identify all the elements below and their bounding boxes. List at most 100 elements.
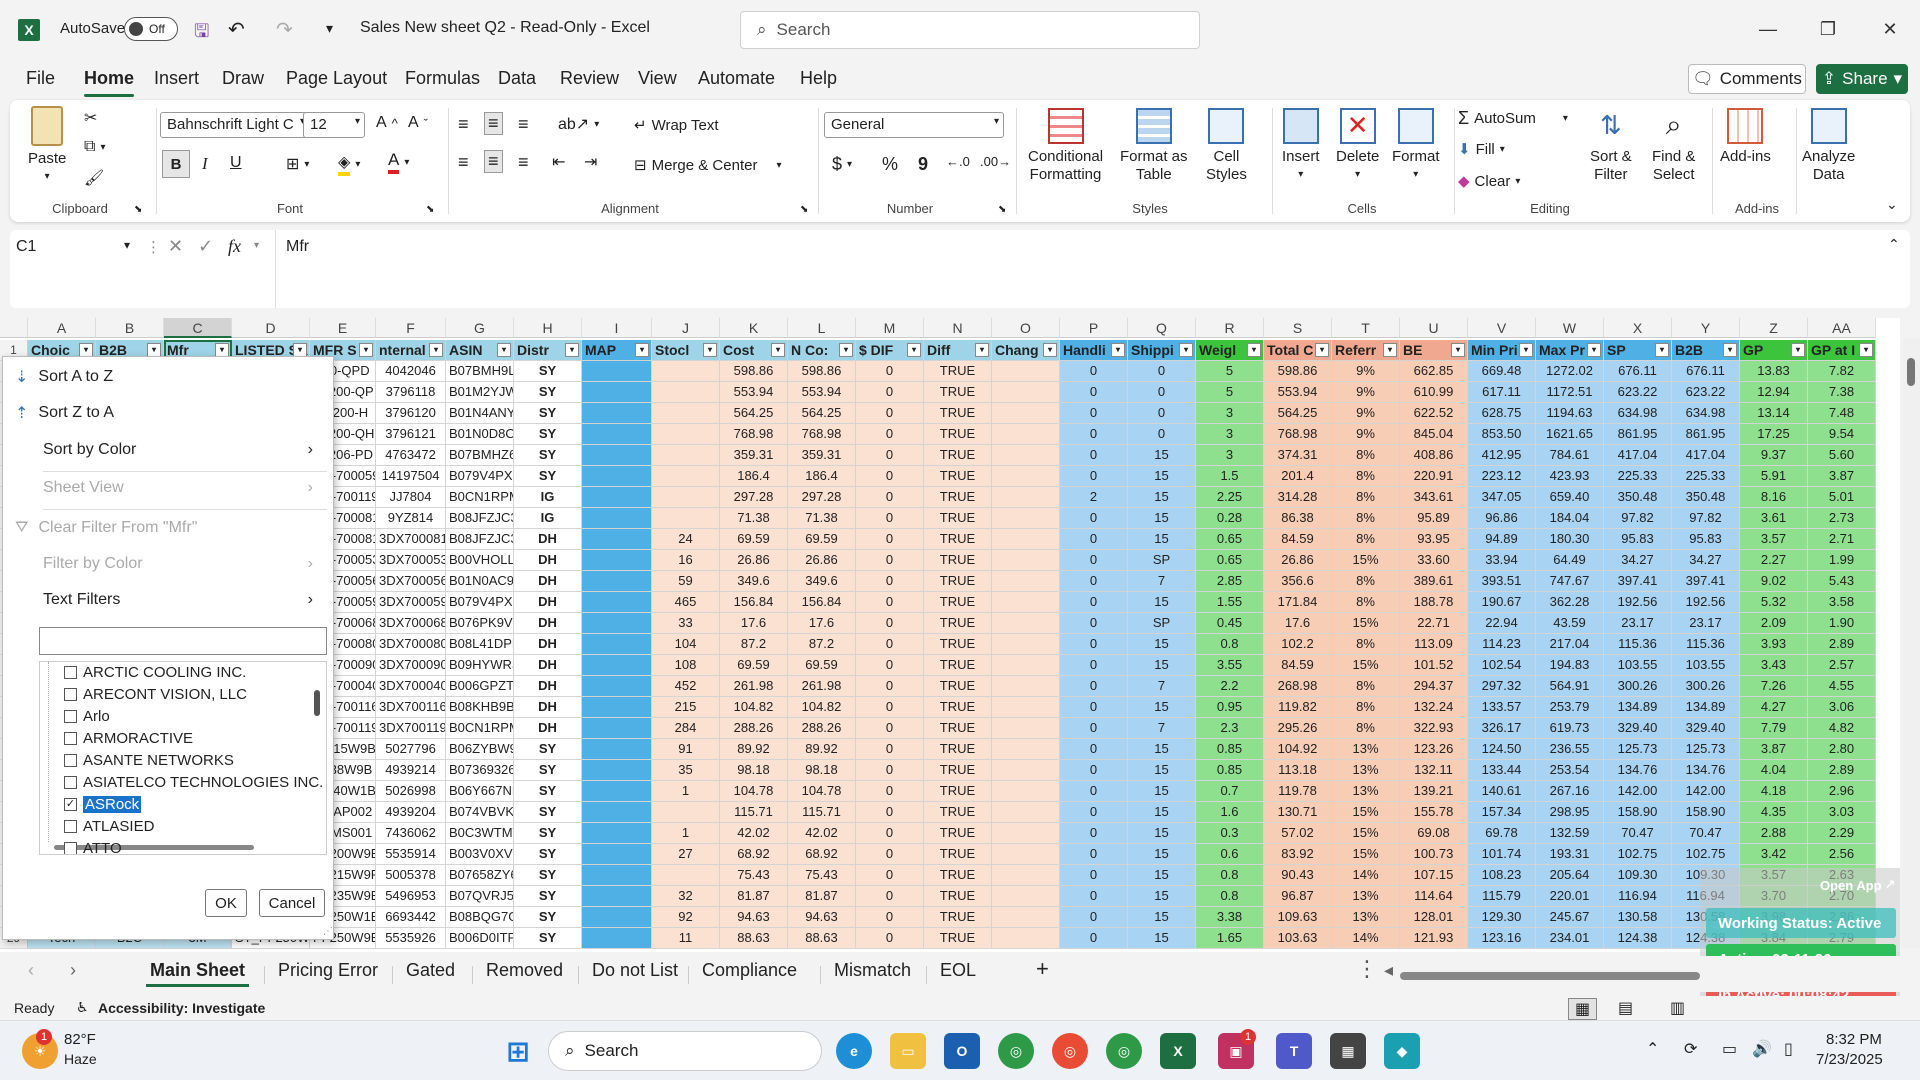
table-cell[interactable]: 9% [1332, 424, 1400, 445]
table-cell[interactable]: TRUE [924, 361, 992, 382]
table-cell[interactable]: 15 [1128, 781, 1196, 802]
table-cell[interactable]: 349.6 [720, 571, 788, 592]
table-cell[interactable]: 171.84 [1264, 592, 1332, 613]
table-cell[interactable]: 1.65 [1196, 928, 1264, 949]
table-cell[interactable]: TRUE [924, 424, 992, 445]
table-cell[interactable]: 350.48 [1604, 487, 1672, 508]
format-painter-icon[interactable]: 🖌 [84, 168, 104, 188]
table-cell[interactable]: B08KHB9B7J [446, 697, 514, 718]
close-icon[interactable]: ✕ [1870, 14, 1910, 44]
ribbon-collapse-icon[interactable]: ⌄ [1886, 196, 1898, 213]
table-cell[interactable] [992, 802, 1060, 823]
table-cell[interactable]: SY [514, 886, 582, 907]
restore-icon[interactable]: ❐ [1808, 14, 1848, 44]
table-cell[interactable] [582, 613, 652, 634]
table-cell[interactable]: 15 [1128, 739, 1196, 760]
table-cell[interactable]: 300.26 [1672, 676, 1740, 697]
table-cell[interactable]: 13% [1332, 907, 1400, 928]
table-cell[interactable]: 17.6 [1264, 613, 1332, 634]
undo-icon[interactable]: ↶ [228, 17, 245, 42]
decrease-indent-icon[interactable]: ⇤ [552, 152, 565, 172]
table-cell[interactable]: 4939204 [376, 802, 446, 823]
table-cell[interactable]: B01N0AC9LF [446, 571, 514, 592]
table-cell[interactable]: SY [514, 382, 582, 403]
table-cell[interactable]: SY [514, 823, 582, 844]
table-cell[interactable]: 3796120 [376, 403, 446, 424]
table-cell[interactable]: 132.24 [1400, 697, 1468, 718]
table-cell[interactable]: 343.61 [1400, 487, 1468, 508]
table-cell[interactable]: 5535926 [376, 928, 446, 949]
table-cell[interactable]: 102.54 [1468, 655, 1536, 676]
table-cell[interactable]: 0 [1128, 424, 1196, 445]
paste-button[interactable]: Paste ▾ [28, 106, 66, 186]
table-cell[interactable]: 103.63 [1264, 928, 1332, 949]
filter-value-list[interactable]: ARCTIC COOLING INC. ARECONT VISION, LLC Ar… [39, 661, 327, 855]
table-cell[interactable]: 69.08 [1400, 823, 1468, 844]
table-cell[interactable]: 5 [1196, 361, 1264, 382]
table-cell[interactable]: 3DX700059 [376, 592, 446, 613]
table-cell[interactable]: 598.86 [720, 361, 788, 382]
table-cell[interactable]: 7436062 [376, 823, 446, 844]
table-cell[interactable]: 13.14 [1740, 403, 1808, 424]
table-cell[interactable] [992, 844, 1060, 865]
table-cell[interactable]: TRUE [924, 382, 992, 403]
table-cell[interactable]: 7 [1128, 676, 1196, 697]
table-cell[interactable]: 669.48 [1468, 361, 1536, 382]
table-cell[interactable] [992, 487, 1060, 508]
table-cell[interactable]: 69.59 [720, 655, 788, 676]
outlook-icon[interactable]: O [944, 1033, 980, 1069]
table-cell[interactable]: TRUE [924, 403, 992, 424]
table-cell[interactable]: 0 [1060, 865, 1128, 886]
table-cell[interactable]: 3.87 [1740, 739, 1808, 760]
table-cell[interactable]: 192.56 [1672, 592, 1740, 613]
table-cell[interactable]: 87.2 [788, 634, 856, 655]
align-middle-icon[interactable]: ≡ [484, 112, 503, 135]
table-cell[interactable]: B07658ZY6N [446, 865, 514, 886]
table-cell[interactable]: 284 [652, 718, 720, 739]
table-cell[interactable]: 3.57 [1740, 529, 1808, 550]
table-cell[interactable]: 123.16 [1468, 928, 1536, 949]
table-cell[interactable]: 57.02 [1264, 823, 1332, 844]
table-cell[interactable]: 134.76 [1604, 760, 1672, 781]
table-cell[interactable]: 5496953 [376, 886, 446, 907]
table-cell[interactable]: 784.61 [1536, 445, 1604, 466]
table-cell[interactable]: 15% [1332, 655, 1400, 676]
network-icon[interactable]: ▭ [1722, 1039, 1737, 1059]
table-cell[interactable]: 89.92 [788, 739, 856, 760]
table-cell[interactable]: 115.79 [1468, 886, 1536, 907]
table-cell[interactable]: 108 [652, 655, 720, 676]
table-cell[interactable]: 1.5 [1196, 466, 1264, 487]
table-cell[interactable]: 15 [1128, 865, 1196, 886]
table-cell[interactable] [582, 802, 652, 823]
table-cell[interactable]: 261.98 [788, 676, 856, 697]
table-cell[interactable]: TRUE [924, 886, 992, 907]
table-cell[interactable]: 9% [1332, 403, 1400, 424]
table-cell[interactable]: 0 [856, 739, 924, 760]
column-header-aa[interactable]: AA [1808, 318, 1876, 338]
sort-filter-button[interactable]: ⇅ Sort & Filter [1590, 108, 1632, 184]
table-cell[interactable] [992, 403, 1060, 424]
excel-taskbar-icon[interactable]: X [1160, 1033, 1196, 1069]
table-cell[interactable]: TRUE [924, 550, 992, 571]
table-cell[interactable]: 0 [856, 760, 924, 781]
table-cell[interactable]: 8% [1332, 571, 1400, 592]
table-cell[interactable]: DH [514, 697, 582, 718]
table-cell[interactable]: 71.38 [720, 508, 788, 529]
analyze-data-button[interactable]: Analyze Data [1802, 108, 1855, 184]
table-cell[interactable]: DH [514, 592, 582, 613]
chrome-profile-icon[interactable]: ◎ [1052, 1033, 1088, 1069]
table-cell[interactable]: 7 [1128, 571, 1196, 592]
table-cell[interactable]: 3.58 [1808, 592, 1876, 613]
column-header-c[interactable]: C [164, 318, 232, 338]
sort-za-option[interactable]: ⇡ Sort Z to A [15, 403, 114, 423]
table-cell[interactable]: 2.56 [1808, 844, 1876, 865]
filter-dropdown-icon[interactable]: ▾ [565, 343, 579, 357]
table-cell[interactable]: 132.11 [1400, 760, 1468, 781]
alignment-launcher-icon[interactable]: ⬊ [800, 204, 808, 215]
table-cell[interactable]: 96.86 [1468, 508, 1536, 529]
checkbox[interactable] [64, 666, 77, 679]
table-cell[interactable]: 35 [652, 760, 720, 781]
table-cell[interactable]: 356.6 [1264, 571, 1332, 592]
table-cell[interactable]: 3DX700116 [376, 697, 446, 718]
table-cell[interactable]: 90.43 [1264, 865, 1332, 886]
